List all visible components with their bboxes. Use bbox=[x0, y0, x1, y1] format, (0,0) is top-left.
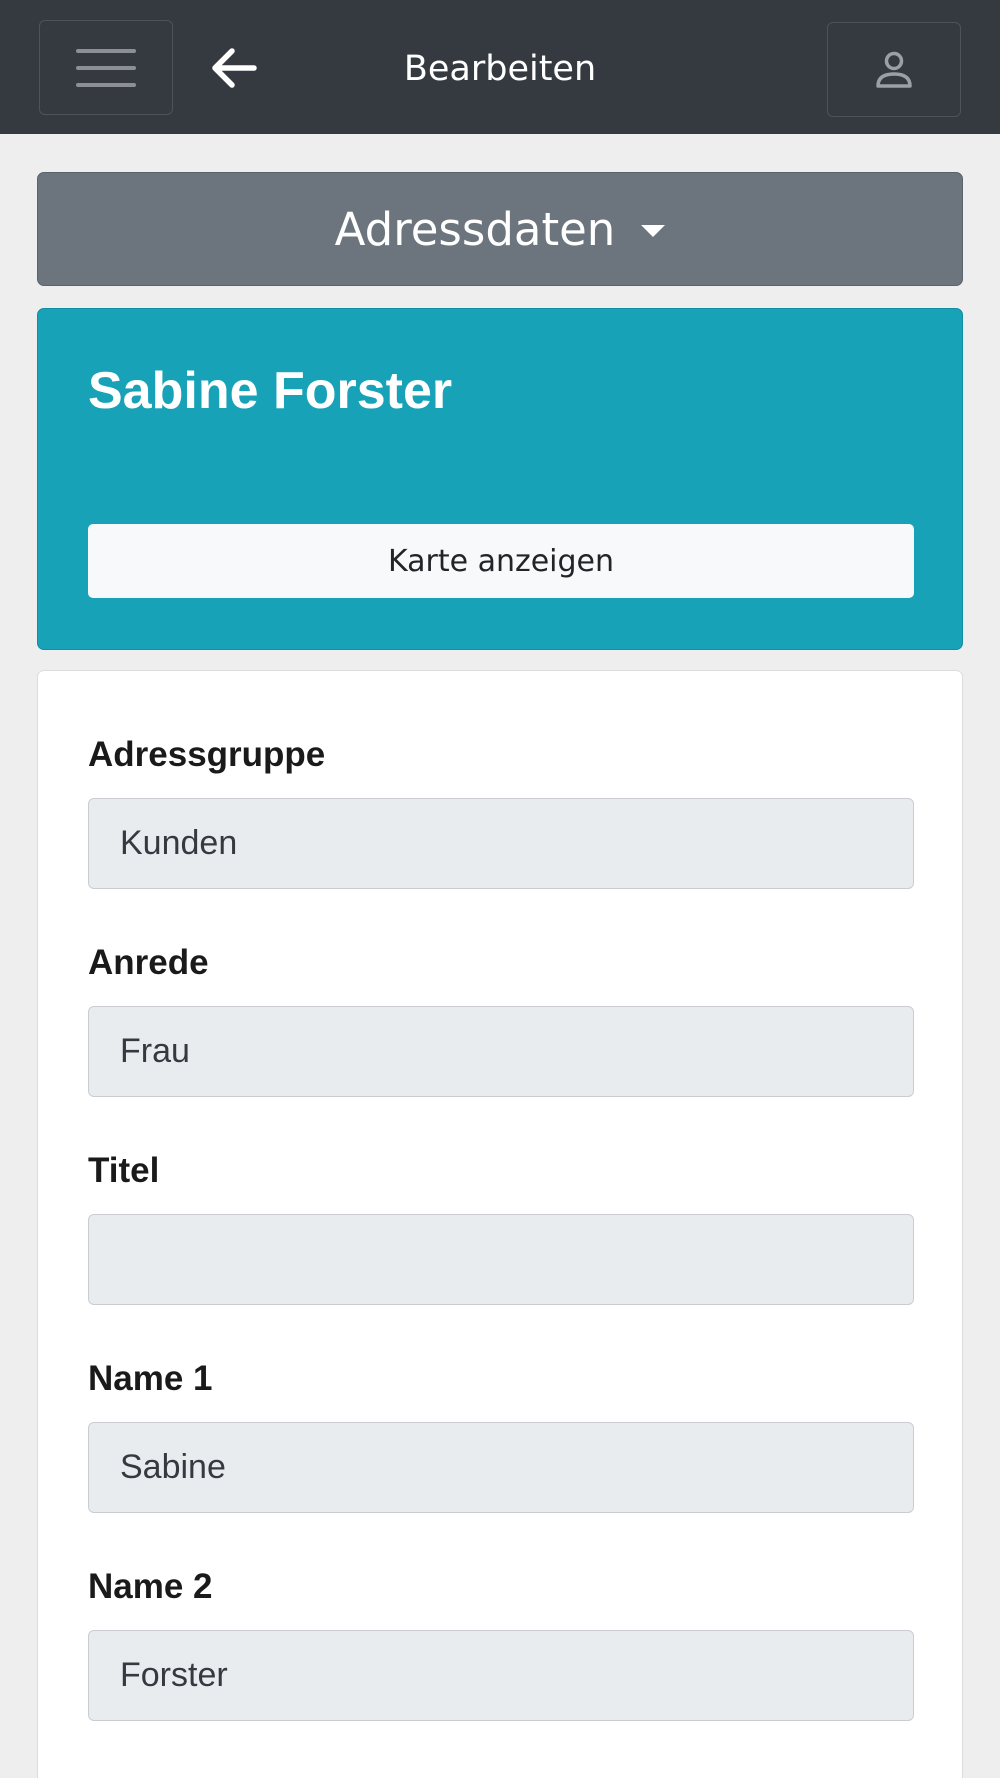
caret-down-icon bbox=[641, 225, 666, 237]
top-navbar: Bearbeiten bbox=[0, 0, 1000, 134]
address-form: Adressgruppe Kunden Anrede Frau Titel Na… bbox=[37, 670, 963, 1778]
field-label-adressgruppe: Adressgruppe bbox=[88, 735, 326, 774]
contact-name: Sabine Forster bbox=[88, 362, 453, 420]
user-account-button[interactable] bbox=[827, 22, 961, 117]
menu-toggle-button[interactable] bbox=[39, 20, 173, 115]
section-dropdown-label: Adressdaten bbox=[334, 202, 616, 256]
field-label-name-1: Name 1 bbox=[88, 1359, 213, 1398]
adressgruppe-field[interactable]: Kunden bbox=[88, 798, 914, 889]
name-2-field[interactable]: Forster bbox=[88, 1630, 914, 1721]
field-label-name-2: Name 2 bbox=[88, 1567, 213, 1606]
contact-header-card: Sabine Forster Karte anzeigen bbox=[37, 308, 963, 650]
page-title: Bearbeiten bbox=[403, 49, 597, 89]
arrow-left-icon bbox=[212, 48, 257, 88]
titel-field[interactable] bbox=[88, 1214, 914, 1305]
section-dropdown-button[interactable]: Adressdaten bbox=[37, 172, 963, 286]
field-label-titel: Titel bbox=[88, 1151, 160, 1190]
show-map-button[interactable]: Karte anzeigen bbox=[88, 524, 914, 598]
back-button[interactable] bbox=[208, 42, 260, 94]
hamburger-menu-icon bbox=[76, 48, 136, 87]
anrede-field[interactable]: Frau bbox=[88, 1006, 914, 1097]
user-icon bbox=[876, 51, 912, 88]
name-1-field[interactable]: Sabine bbox=[88, 1422, 914, 1513]
field-label-anrede: Anrede bbox=[88, 943, 209, 982]
